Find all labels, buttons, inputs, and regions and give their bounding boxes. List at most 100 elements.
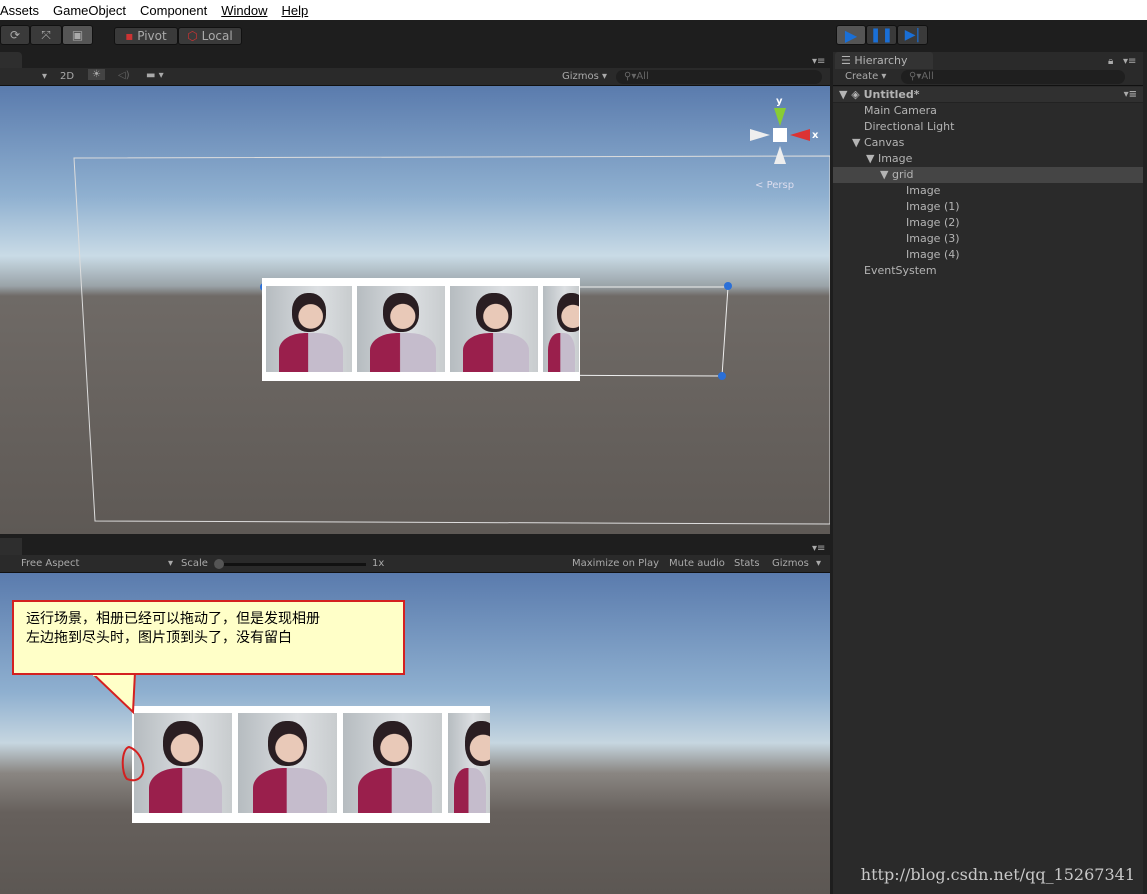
audio-icon[interactable]: ◁): [118, 70, 130, 81]
create-dropdown[interactable]: Create ▾: [845, 71, 886, 82]
pause-icon: ❚❚: [869, 27, 894, 43]
hierarchy-item-eventsystem[interactable]: EventSystem: [833, 263, 1143, 279]
item-label: grid: [891, 168, 914, 181]
game-album-strip[interactable]: [132, 706, 490, 823]
game-gizmos-toggle[interactable]: Gizmos: [772, 558, 809, 569]
effects-icon[interactable]: ▬ ▾: [146, 70, 164, 81]
scene-name: Untitled*: [863, 88, 920, 101]
hierarchy-tab[interactable]: ☰ Hierarchy: [835, 52, 933, 69]
photo-image-3: [543, 286, 579, 372]
scene-toolbar: ▾ 2D ☀ ◁) ▬ ▾ Gizmos ▾ ⚲▾All: [0, 68, 830, 86]
expand-arrow-icon[interactable]: ▼: [852, 136, 860, 149]
item-label: Image: [877, 152, 913, 165]
play-icon: ▶: [844, 25, 858, 45]
step-button[interactable]: ▶|: [897, 25, 928, 45]
annotation-callout: 运行场景，相册已经可以拖动了，但是发现相册 左边拖到尽头时，图片顶到头了，没有留…: [12, 600, 405, 675]
game-tab[interactable]: [0, 538, 22, 555]
step-icon: ▶|: [904, 27, 921, 43]
hierarchy-search-placeholder: All: [921, 71, 934, 82]
scene-view[interactable]: y x < Persp: [0, 86, 830, 534]
game-photo-2: [343, 713, 442, 813]
gizmo-x-cone[interactable]: [790, 129, 810, 141]
scale-slider[interactable]: [214, 559, 366, 569]
lighting-icon[interactable]: ☀: [88, 69, 105, 80]
item-label: Image (1): [906, 200, 960, 213]
game-toolbar: Free Aspect ▾ Scale 1x Maximize on Play …: [0, 555, 830, 573]
scene-root-row[interactable]: ▼ ◈ Untitled* ▾≡: [833, 87, 1143, 103]
album-strip: [262, 278, 580, 381]
gizmo-neg-y-cone[interactable]: [774, 146, 786, 164]
photo-image: [266, 286, 352, 372]
play-button[interactable]: ▶: [836, 25, 866, 45]
scene-tab[interactable]: [0, 52, 22, 69]
callout-pointer: [88, 671, 137, 715]
hierarchy-item-image-3[interactable]: Image (3): [833, 231, 1143, 247]
photo-image-2: [450, 286, 538, 372]
aspect-dropdown[interactable]: Free Aspect: [21, 558, 79, 569]
rect-tool-button[interactable]: ▣: [62, 25, 93, 45]
callout-line-1: 运行场景，相册已经可以拖动了，但是发现相册: [26, 611, 320, 627]
axis-x-label: x: [812, 130, 819, 141]
item-label: Image (2): [906, 216, 960, 229]
hierarchy-item-image[interactable]: ▼ Image: [833, 151, 1143, 167]
gizmos-dropdown[interactable]: Gizmos ▾: [562, 71, 607, 82]
stats-toggle[interactable]: Stats: [734, 558, 760, 569]
item-label: Directional Light: [864, 120, 955, 133]
aspect-chevron-icon[interactable]: ▾: [168, 558, 173, 569]
gizmo-center-cube[interactable]: [773, 128, 787, 142]
hierarchy-item-image-2[interactable]: Image (2): [833, 215, 1143, 231]
menu-help[interactable]: Help: [281, 3, 308, 18]
scale-tool-button[interactable]: ⤧: [30, 25, 62, 45]
game-photo-3: [448, 713, 490, 813]
scene-gizmo[interactable]: y x: [750, 96, 820, 166]
hierarchy-item-image-1[interactable]: Image (1): [833, 199, 1143, 215]
hierarchy-item-main-camera[interactable]: Main Camera: [833, 103, 1143, 119]
expand-arrow-icon[interactable]: ▼: [866, 152, 874, 165]
hierarchy-search-input[interactable]: ⚲▾All: [901, 70, 1125, 84]
hierarchy-tab-label: Hierarchy: [854, 54, 908, 67]
create-label: Create: [845, 71, 879, 82]
menu-component[interactable]: Component: [140, 3, 207, 18]
pivot-label: Pivot: [137, 29, 167, 43]
search-placeholder: All: [636, 71, 649, 82]
scale-slider-thumb[interactable]: [214, 559, 224, 569]
scale-value: 1x: [372, 558, 385, 569]
local-icon: ⬡: [187, 29, 198, 43]
watermark: http://blog.csdn.net/qq_15267341: [860, 865, 1135, 884]
2d-toggle[interactable]: 2D: [60, 71, 74, 82]
scene-search-input[interactable]: ⚲▾All: [616, 70, 822, 84]
menu-gameobject[interactable]: GameObject: [53, 3, 126, 18]
game-photo-1: [238, 713, 337, 813]
hierarchy-menu-icon[interactable]: ▾≡: [1123, 56, 1136, 67]
hierarchy-panel: ☰ Hierarchy 🔒︎ ▾≡ Create ▾ ⚲▾All ▼ ◈ Unt…: [833, 52, 1147, 894]
hierarchy-item-grid[interactable]: ▼ grid: [833, 167, 1143, 183]
game-gizmos-chevron-icon[interactable]: ▾: [816, 558, 821, 569]
persp-label[interactable]: < Persp: [755, 180, 794, 191]
scene-menu-icon[interactable]: ▾≡: [1124, 87, 1137, 103]
rotate-tool-button[interactable]: ⟳: [0, 25, 30, 45]
local-button[interactable]: ⬡ Local: [178, 27, 242, 45]
lock-icon[interactable]: 🔒︎: [1108, 56, 1113, 67]
hierarchy-item-canvas[interactable]: ▼ Canvas: [833, 135, 1143, 151]
maximize-on-play-toggle[interactable]: Maximize on Play: [572, 558, 659, 569]
menu-window[interactable]: Window: [221, 3, 267, 18]
unity-icon: ◈: [851, 88, 860, 101]
shading-dropdown-icon[interactable]: ▾: [42, 71, 47, 82]
pivot-button[interactable]: ▪ Pivot: [114, 27, 178, 45]
gizmo-neg-x-cone[interactable]: [750, 129, 770, 141]
hierarchy-item-directional-light[interactable]: Directional Light: [833, 119, 1143, 135]
game-panel-menu-icon[interactable]: ▾≡: [812, 543, 825, 554]
scale-icon: ⤧: [41, 27, 51, 42]
photo-image-1: [357, 286, 445, 372]
mute-audio-toggle[interactable]: Mute audio: [669, 558, 725, 569]
hierarchy-item-image-4[interactable]: Image (4): [833, 247, 1143, 263]
hierarchy-item-grid-image[interactable]: Image: [833, 183, 1143, 199]
expand-arrow-icon[interactable]: ▼: [880, 168, 888, 181]
gizmo-y-cone[interactable]: [774, 108, 786, 126]
item-label: Image: [906, 184, 941, 197]
panel-menu-icon[interactable]: ▾≡: [812, 56, 825, 67]
persp-text: Persp: [766, 180, 795, 191]
menu-assets[interactable]: Assets: [0, 3, 39, 18]
pause-button[interactable]: ❚❚: [866, 25, 897, 45]
hierarchy-toolbar: Create ▾ ⚲▾All: [833, 69, 1143, 86]
